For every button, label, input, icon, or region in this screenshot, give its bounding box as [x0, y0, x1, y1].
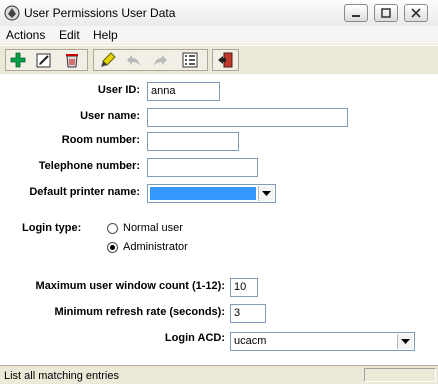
minimize-button[interactable]: [344, 4, 368, 22]
radio-administrator-button[interactable]: [107, 242, 118, 253]
user-id-label: User ID:: [97, 84, 140, 96]
user-name-label: User name:: [80, 110, 140, 122]
user-data-form: User ID: anna User name: Room number: Te…: [0, 74, 438, 365]
close-button[interactable]: [404, 4, 428, 22]
redo-button[interactable]: [150, 52, 170, 69]
undo-icon: [127, 55, 140, 66]
radio-normal-user-button[interactable]: [107, 223, 118, 234]
maximize-button[interactable]: [374, 4, 398, 22]
title-bar: User Permissions User Data: [0, 0, 438, 27]
min-refresh-rate-field[interactable]: 3: [230, 304, 266, 323]
edit-button[interactable]: [34, 52, 54, 69]
telephone-number-label: Telephone number:: [38, 160, 140, 172]
window-title: User Permissions User Data: [24, 6, 176, 20]
delete-icon: [66, 54, 78, 68]
add-button[interactable]: [8, 52, 28, 69]
toolbar: [0, 45, 438, 75]
maximize-icon: [381, 8, 391, 18]
undo-button[interactable]: [124, 52, 144, 69]
close-icon: [411, 8, 421, 18]
chevron-down-icon: [401, 339, 410, 344]
clear-button[interactable]: [98, 52, 118, 69]
menu-edit[interactable]: Edit: [59, 28, 80, 42]
telephone-number-field[interactable]: [147, 158, 258, 177]
toolbar-group-tools: [93, 49, 208, 71]
app-icon: [4, 5, 20, 21]
edit-icon: [36, 53, 51, 68]
default-printer-select[interactable]: [147, 184, 276, 203]
selection-highlight: [150, 187, 256, 200]
min-refresh-rate-label: Minimum refresh rate (seconds):: [54, 306, 225, 318]
status-bar: List all matching entries: [0, 365, 438, 384]
login-acd-dropdown-button[interactable]: [397, 334, 413, 349]
toolbar-group-exit: [212, 49, 239, 71]
user-id-field[interactable]: anna: [147, 82, 220, 101]
exit-icon: [218, 52, 233, 68]
toolbar-group-records: [5, 49, 88, 71]
login-acd-select[interactable]: ucacm: [230, 332, 415, 351]
room-number-field[interactable]: [147, 132, 239, 151]
add-icon: [10, 52, 26, 68]
clear-icon: [101, 52, 116, 67]
room-number-label: Room number:: [61, 134, 140, 146]
list-button[interactable]: [180, 52, 200, 69]
chevron-down-icon: [262, 191, 271, 196]
radio-administrator-label: Administrator: [123, 241, 188, 253]
minimize-icon: [352, 15, 360, 17]
menu-actions[interactable]: Actions: [6, 28, 45, 42]
login-acd-label: Login ACD:: [164, 332, 225, 344]
list-icon: [182, 52, 198, 68]
exit-button[interactable]: [215, 52, 235, 69]
status-text: List all matching entries: [4, 370, 119, 382]
max-window-count-field[interactable]: 10: [230, 278, 258, 297]
menu-help[interactable]: Help: [93, 28, 118, 42]
user-name-field[interactable]: [147, 108, 348, 127]
menu-bar: Actions Edit Help: [0, 26, 438, 44]
delete-button[interactable]: [62, 52, 82, 69]
default-printer-label: Default printer name:: [29, 186, 140, 198]
dropdown-button[interactable]: [258, 186, 274, 201]
max-window-count-label: Maximum user window count (1-12):: [35, 280, 225, 292]
redo-icon: [154, 55, 167, 66]
login-acd-value: ucacm: [234, 335, 267, 347]
status-pane: [364, 368, 436, 382]
radio-normal-user-label: Normal user: [123, 222, 183, 234]
login-type-label: Login type:: [22, 222, 82, 234]
